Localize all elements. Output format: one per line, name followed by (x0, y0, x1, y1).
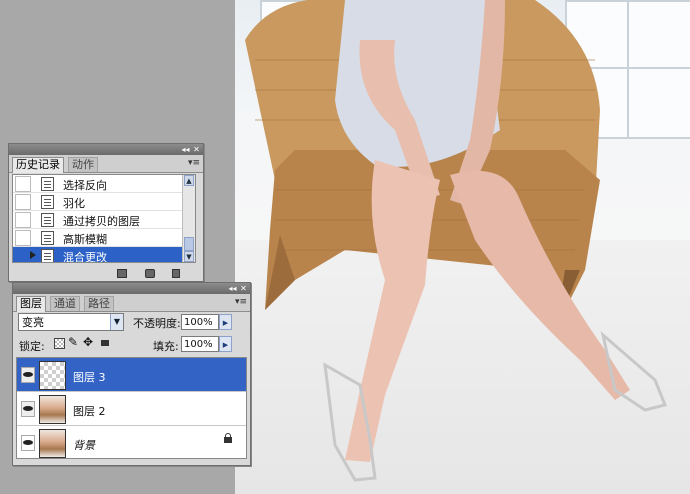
panel-menu-icon[interactable]: ▾≡ (235, 297, 247, 307)
lock-all-icon[interactable] (101, 340, 109, 346)
visibility-toggle-empty[interactable] (21, 435, 35, 451)
layer-name: 背景 (73, 439, 95, 452)
snapshot-camera-icon[interactable] (145, 269, 155, 278)
collapse-icon[interactable]: ◂◂ (228, 284, 237, 293)
close-icon[interactable]: ✕ (192, 145, 201, 154)
layer-name: 图层 3 (73, 371, 106, 384)
history-state-icon (41, 213, 54, 227)
history-item[interactable]: 通过拷贝的图层 (13, 211, 195, 229)
history-tabs: 历史记录 动作 ▾≡ (9, 155, 203, 173)
layer-row[interactable]: 背景 (17, 426, 246, 459)
tab-layers[interactable]: 图层 (16, 296, 46, 312)
layer-thumbnail (39, 429, 66, 458)
panel-titlebar[interactable]: ◂◂ ✕ (13, 283, 250, 294)
lock-icon (224, 433, 232, 443)
layers-tabs: 图层 通道 路径 ▾≡ (13, 294, 250, 312)
collapse-icon[interactable]: ◂◂ (181, 145, 190, 154)
layers-panel: ◂◂ ✕ 图层 通道 路径 ▾≡ 变亮 ▼ 不透明度: 100% ▶ 锁定: ✎… (12, 282, 251, 466)
history-item[interactable]: 选择反向 (13, 175, 195, 193)
history-footer (9, 266, 203, 281)
close-icon[interactable]: ✕ (239, 284, 248, 293)
document-canvas[interactable] (235, 0, 690, 494)
history-item-label: 选择反向 (63, 179, 107, 192)
panel-menu-icon[interactable]: ▾≡ (188, 158, 200, 168)
history-state-icon (41, 249, 54, 262)
opacity-input[interactable]: 100% (181, 314, 219, 330)
tab-actions[interactable]: 动作 (68, 157, 98, 172)
snapshot-source-box[interactable] (15, 194, 31, 210)
lock-transparency-icon[interactable] (54, 338, 65, 349)
panel-titlebar[interactable]: ◂◂ ✕ (9, 144, 203, 155)
new-document-from-state-icon[interactable] (117, 269, 127, 278)
layer-thumbnail (39, 361, 66, 390)
history-list: 选择反向 羽化 通过拷贝的图层 高斯模糊 混合更改 ▲ ▼ (12, 174, 196, 263)
opacity-slider-toggle[interactable]: ▶ (219, 314, 232, 330)
history-item-label: 混合更改 (63, 251, 107, 263)
history-item[interactable]: 高斯模糊 (13, 229, 195, 247)
history-scrollbar[interactable]: ▲ ▼ (182, 175, 195, 262)
tab-paths[interactable]: 路径 (84, 296, 114, 311)
layer-name: 图层 2 (73, 405, 106, 418)
layers-list: 图层 3 图层 2 背景 (16, 357, 247, 459)
blend-mode-select[interactable]: 变亮 ▼ (18, 313, 124, 331)
lock-label: 锁定: (19, 340, 45, 353)
history-state-icon (41, 231, 54, 245)
eye-icon[interactable] (21, 367, 35, 383)
snapshot-source-box[interactable] (15, 248, 31, 262)
layer-row[interactable]: 图层 2 (17, 392, 246, 426)
history-item-selected[interactable]: 混合更改 (13, 247, 195, 263)
trash-icon[interactable] (172, 269, 180, 278)
blend-mode-value: 变亮 (22, 316, 44, 329)
layer-thumbnail (39, 395, 66, 424)
scroll-down-icon[interactable]: ▼ (184, 251, 194, 262)
history-panel: ◂◂ ✕ 历史记录 动作 ▾≡ 选择反向 羽化 通过拷贝的图层 高斯模糊 混合更… (8, 143, 204, 282)
eye-icon[interactable] (21, 401, 35, 417)
snapshot-source-box[interactable] (15, 212, 31, 228)
chevron-down-icon[interactable]: ▼ (110, 314, 123, 330)
opacity-label: 不透明度: (133, 317, 181, 330)
history-item-label: 羽化 (63, 197, 85, 210)
history-item-label: 通过拷贝的图层 (63, 215, 140, 228)
photo-illustration (245, 0, 668, 482)
history-item-label: 高斯模糊 (63, 233, 107, 246)
history-state-icon (41, 195, 54, 209)
history-item[interactable]: 羽化 (13, 193, 195, 211)
tab-history[interactable]: 历史记录 (12, 157, 64, 173)
scroll-thumb[interactable] (184, 237, 194, 251)
fill-slider-toggle[interactable]: ▶ (219, 336, 232, 352)
snapshot-source-box[interactable] (15, 176, 31, 192)
scroll-up-icon[interactable]: ▲ (184, 175, 194, 186)
fill-input[interactable]: 100% (181, 336, 219, 352)
lock-brush-icon[interactable]: ✎ (68, 335, 78, 349)
snapshot-source-box[interactable] (15, 230, 31, 246)
lock-position-icon[interactable]: ✥ (83, 335, 93, 349)
tab-channels[interactable]: 通道 (50, 296, 80, 311)
history-pointer-icon (30, 251, 36, 259)
fill-label: 填充: (153, 340, 179, 353)
right-sandal (600, 330, 668, 412)
history-state-icon (41, 177, 54, 191)
layer-row-selected[interactable]: 图层 3 (17, 358, 246, 392)
